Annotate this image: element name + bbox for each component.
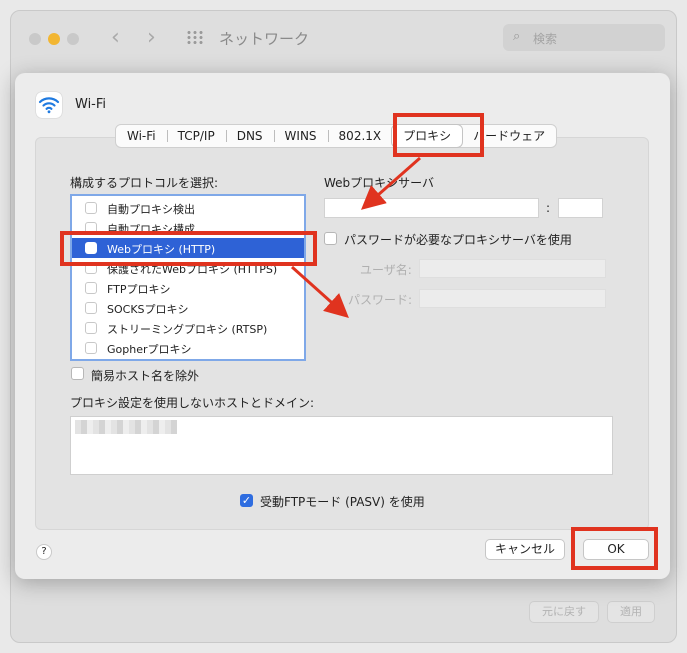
protocol-checkbox[interactable] bbox=[85, 282, 97, 294]
protocol-checkbox[interactable] bbox=[85, 302, 97, 314]
title-bar: ‹ › ネットワーク ⌕ 検索 bbox=[11, 11, 676, 61]
protocol-auto-discovery[interactable]: 自動プロキシ検出 bbox=[72, 198, 304, 218]
apply-button[interactable]: 適用 bbox=[607, 601, 655, 623]
highlight-ok-button bbox=[571, 527, 658, 570]
search-placeholder: 検索 bbox=[533, 32, 558, 46]
revert-button[interactable]: 元に戻す bbox=[529, 601, 599, 623]
protocol-label: FTPプロキシ bbox=[107, 283, 171, 296]
passive-ftp-checkbox[interactable]: ✓ bbox=[240, 494, 253, 507]
password-required-checkbox[interactable] bbox=[324, 232, 337, 245]
highlight-proxies-tab bbox=[393, 113, 484, 157]
wifi-icon bbox=[36, 92, 62, 118]
exclude-simple-hostnames-label: 簡易ホスト名を除外 bbox=[91, 369, 200, 383]
cancel-button[interactable]: キャンセル bbox=[485, 539, 565, 560]
protocol-list[interactable]: 自動プロキシ検出 自動プロキシ構成 Webプロキシ (HTTP) 保護されたWe… bbox=[70, 194, 306, 361]
tab-wins[interactable]: WINS bbox=[273, 125, 328, 147]
interface-name: Wi-Fi bbox=[75, 97, 107, 112]
username-label: ユーザ名: bbox=[360, 263, 412, 277]
highlight-web-proxy-item bbox=[60, 231, 317, 266]
redacted-hosts bbox=[75, 420, 177, 434]
username-input[interactable] bbox=[419, 259, 606, 278]
window-title: ネットワーク bbox=[219, 30, 310, 48]
proxy-server-input[interactable] bbox=[324, 198, 539, 218]
protocol-streaming-proxy-rtsp[interactable]: ストリーミングプロキシ (RTSP) bbox=[72, 318, 304, 338]
zoom-window-button[interactable] bbox=[67, 33, 79, 45]
advanced-settings-sheet: Wi-Fi Wi-Fi TCP/IP DNS WINS 802.1X プロキシ … bbox=[15, 73, 670, 579]
protocol-gopher-proxy[interactable]: Gopherプロキシ bbox=[72, 338, 304, 358]
password-required-label: パスワードが必要なプロキシサーバを使用 bbox=[344, 233, 572, 247]
protocol-checkbox[interactable] bbox=[85, 322, 97, 334]
tab-8021x[interactable]: 802.1X bbox=[327, 125, 393, 147]
show-all-grid-icon[interactable] bbox=[186, 30, 204, 44]
tab-bar: Wi-Fi TCP/IP DNS WINS 802.1X プロキシ ハードウェア bbox=[115, 124, 558, 148]
protocol-label: 自動プロキシ検出 bbox=[107, 203, 195, 216]
help-button[interactable]: ? bbox=[36, 544, 52, 560]
password-label: パスワード: bbox=[348, 293, 413, 307]
back-icon[interactable]: ‹ bbox=[111, 27, 120, 49]
close-window-button[interactable] bbox=[29, 33, 41, 45]
protocol-label: Gopherプロキシ bbox=[107, 343, 192, 356]
search-input[interactable]: ⌕ 検索 bbox=[503, 24, 665, 51]
protocol-ftp-proxy[interactable]: FTPプロキシ bbox=[72, 278, 304, 298]
search-icon: ⌕ bbox=[513, 29, 521, 44]
tab-tcpip[interactable]: TCP/IP bbox=[166, 125, 226, 147]
web-proxy-server-label: Webプロキシサーバ bbox=[324, 176, 435, 190]
protocol-socks-proxy[interactable]: SOCKSプロキシ bbox=[72, 298, 304, 318]
passive-ftp-label: 受動FTPモード (PASV) を使用 bbox=[260, 495, 425, 509]
exclude-simple-hostnames-checkbox[interactable] bbox=[71, 367, 84, 380]
bypass-hosts-textarea[interactable] bbox=[70, 416, 613, 475]
proxy-port-input[interactable] bbox=[558, 198, 603, 218]
tab-wifi[interactable]: Wi-Fi bbox=[116, 125, 167, 147]
tab-dns[interactable]: DNS bbox=[225, 125, 274, 147]
protocol-checkbox[interactable] bbox=[85, 342, 97, 354]
protocol-label: ストリーミングプロキシ (RTSP) bbox=[107, 323, 268, 336]
port-separator: : bbox=[546, 201, 551, 215]
minimize-window-button[interactable] bbox=[48, 33, 60, 45]
forward-icon[interactable]: › bbox=[147, 27, 156, 49]
protocol-heading: 構成するプロトコルを選択: bbox=[70, 176, 219, 190]
password-input[interactable] bbox=[419, 289, 606, 308]
bypass-hosts-label: プロキシ設定を使用しないホストとドメイン: bbox=[70, 396, 315, 410]
protocol-checkbox[interactable] bbox=[85, 202, 97, 214]
protocol-label: SOCKSプロキシ bbox=[107, 303, 189, 316]
